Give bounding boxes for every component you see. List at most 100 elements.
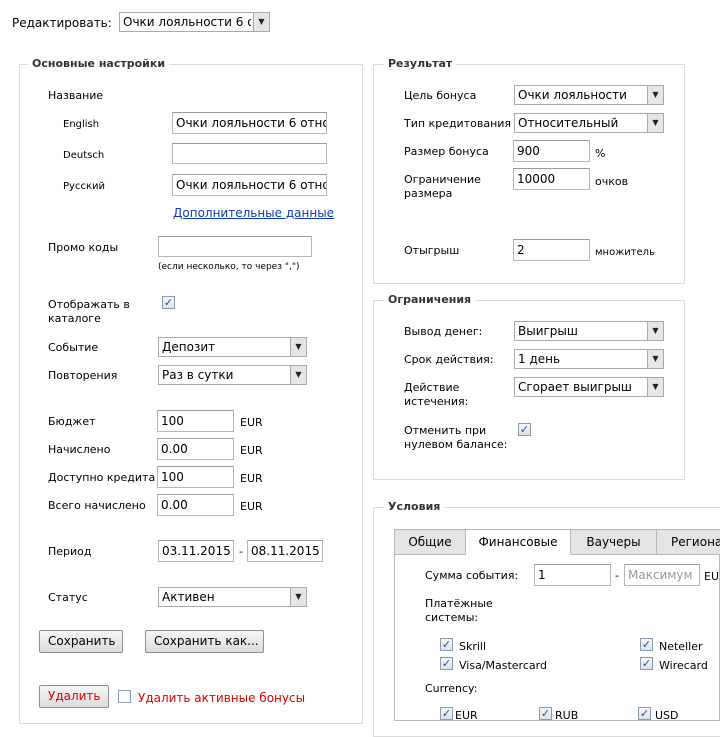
- available-credit-currency: EUR: [240, 472, 263, 485]
- credit-type-select[interactable]: Относительный ▼: [514, 113, 664, 133]
- event-label: Событие: [48, 341, 99, 354]
- period-label: Период: [48, 545, 92, 558]
- period-from-input[interactable]: 03.11.2015: [158, 540, 234, 562]
- tab-general[interactable]: Общие: [395, 530, 466, 555]
- main-settings-legend: Основные настройки: [28, 57, 170, 71]
- chevron-down-icon: ▼: [647, 86, 663, 104]
- tab-financial[interactable]: Финансовые: [466, 530, 571, 555]
- payment-neteller-label: Neteller: [659, 640, 703, 653]
- payment-systems-label: Платёжные системы:: [425, 597, 493, 624]
- validity-label: Срок действия:: [404, 353, 494, 366]
- bonus-goal-select-value: Очки лояльности: [518, 88, 627, 102]
- lang-deutsch-label: Deutsch: [63, 150, 105, 161]
- status-select-value: Активен: [162, 590, 215, 604]
- total-accrued-input[interactable]: 0.00: [157, 494, 234, 516]
- total-accrued-currency: EUR: [240, 500, 263, 513]
- event-sum-max-input[interactable]: Максимум: [624, 564, 700, 586]
- event-select[interactable]: Депозит ▼: [158, 337, 307, 357]
- currency-eur-checkbox[interactable]: ✓: [440, 707, 453, 720]
- budget-currency: EUR: [240, 416, 263, 429]
- event-sum-currency: EU: [704, 570, 720, 583]
- repeat-select[interactable]: Раз в сутки ▼: [158, 365, 307, 385]
- wager-input[interactable]: 2: [513, 239, 590, 261]
- expire-action-select-value: Сгорает выигрыш: [518, 380, 632, 394]
- name-deutsch-input[interactable]: [172, 143, 327, 164]
- save-button[interactable]: Сохранить: [39, 630, 123, 653]
- chevron-down-icon: ▼: [647, 378, 663, 396]
- additional-data-link[interactable]: Дополнительные данные: [173, 206, 334, 220]
- delete-active-label: Удалить активные бонусы: [138, 691, 306, 705]
- cancel-zero-balance-checkbox[interactable]: ✓: [518, 423, 531, 436]
- promo-codes-label: Промо коды: [48, 241, 119, 254]
- validity-select-value: 1 день: [518, 352, 561, 366]
- save-as-button[interactable]: Сохранить как...: [145, 630, 264, 653]
- catalog-checkbox[interactable]: ✓: [162, 296, 175, 309]
- available-credit-label: Доступно кредита: [48, 471, 156, 484]
- size-limit-input[interactable]: 10000: [513, 168, 590, 190]
- chevron-down-icon: ▼: [290, 366, 306, 384]
- currency-label: Currency:: [425, 682, 478, 695]
- wager-unit: множитель: [595, 247, 655, 258]
- withdraw-label: Вывод денег:: [404, 325, 483, 338]
- cancel-zero-balance-label: Отменить при нулевом балансе:: [404, 424, 508, 451]
- catalog-label: Отображать в каталоге: [48, 298, 130, 325]
- expire-action-select[interactable]: Сгорает выигрыш ▼: [514, 377, 664, 397]
- currency-rub-checkbox[interactable]: ✓: [539, 707, 552, 720]
- total-accrued-label: Всего начислено: [48, 499, 146, 512]
- lang-english-label: English: [63, 119, 100, 130]
- payment-visa-checkbox[interactable]: ✓: [440, 657, 453, 670]
- payment-wirecard-checkbox[interactable]: ✓: [640, 657, 653, 670]
- conditions-legend: Условия: [384, 500, 445, 514]
- edit-select[interactable]: Очки лояльности 6 от ▼: [119, 12, 270, 32]
- bonus-size-label: Размер бонуса: [404, 145, 489, 158]
- payment-skrill-checkbox[interactable]: ✓: [440, 638, 453, 651]
- bonus-size-input[interactable]: 900: [513, 140, 590, 162]
- delete-button[interactable]: Удалить: [39, 685, 109, 708]
- event-sum-min-input[interactable]: 1: [534, 564, 611, 586]
- payment-visa-label: Visa/Mastercard: [459, 659, 547, 672]
- edit-select-value: Очки лояльности 6 от: [123, 15, 251, 29]
- promo-codes-input[interactable]: [158, 236, 312, 257]
- chevron-down-icon: ▼: [647, 350, 663, 368]
- lang-russian-label: Русский: [63, 181, 105, 192]
- chevron-down-icon: ▼: [647, 322, 663, 340]
- chevron-down-icon: ▼: [253, 13, 269, 31]
- delete-active-checkbox[interactable]: [118, 690, 131, 703]
- chevron-down-icon: ▼: [647, 114, 663, 132]
- credit-type-select-value: Относительный: [518, 116, 619, 130]
- expire-action-label: Действие истечения:: [404, 381, 469, 408]
- currency-usd-checkbox[interactable]: ✓: [638, 707, 651, 720]
- limits-legend: Ограничения: [384, 293, 476, 307]
- withdraw-select-value: Выигрыш: [518, 324, 578, 338]
- available-credit-input[interactable]: 100: [157, 466, 234, 488]
- budget-label: Бюджет: [48, 415, 96, 428]
- event-sum-separator: -: [615, 569, 619, 582]
- name-label: Название: [48, 89, 104, 102]
- accrued-input[interactable]: 0.00: [157, 438, 234, 460]
- bonus-size-unit: %: [595, 147, 606, 160]
- tab-vouchers[interactable]: Ваучеры: [571, 530, 657, 555]
- repeat-select-value: Раз в сутки: [162, 368, 234, 382]
- chevron-down-icon: ▼: [290, 588, 306, 606]
- status-select[interactable]: Активен ▼: [158, 587, 307, 607]
- budget-input[interactable]: 100: [157, 410, 234, 432]
- status-label: Статус: [48, 591, 88, 604]
- result-legend: Результат: [384, 57, 457, 71]
- period-to-input[interactable]: 08.11.2015: [247, 540, 323, 562]
- wager-label: Отыгрыш: [404, 244, 460, 257]
- payment-wirecard-label: Wirecard: [659, 659, 708, 672]
- promo-codes-hint: (если несколько, то через ","): [158, 262, 300, 272]
- validity-select[interactable]: 1 день ▼: [514, 349, 664, 369]
- event-select-value: Депозит: [162, 340, 216, 354]
- name-russian-input[interactable]: Очки лояльности 6 относ: [172, 174, 327, 196]
- accrued-currency: EUR: [240, 444, 263, 457]
- name-english-input[interactable]: Очки лояльности 6 относ: [172, 112, 327, 134]
- withdraw-select[interactable]: Выигрыш ▼: [514, 321, 664, 341]
- bonus-goal-select[interactable]: Очки лояльности ▼: [514, 85, 664, 105]
- payment-neteller-checkbox[interactable]: ✓: [640, 638, 653, 651]
- tab-regions[interactable]: Региона: [657, 530, 720, 555]
- repeat-label: Повторения: [48, 369, 118, 382]
- size-limit-label: Ограничение размера: [404, 173, 481, 200]
- edit-label: Редактировать:: [12, 16, 112, 30]
- event-sum-label: Сумма события:: [425, 569, 519, 582]
